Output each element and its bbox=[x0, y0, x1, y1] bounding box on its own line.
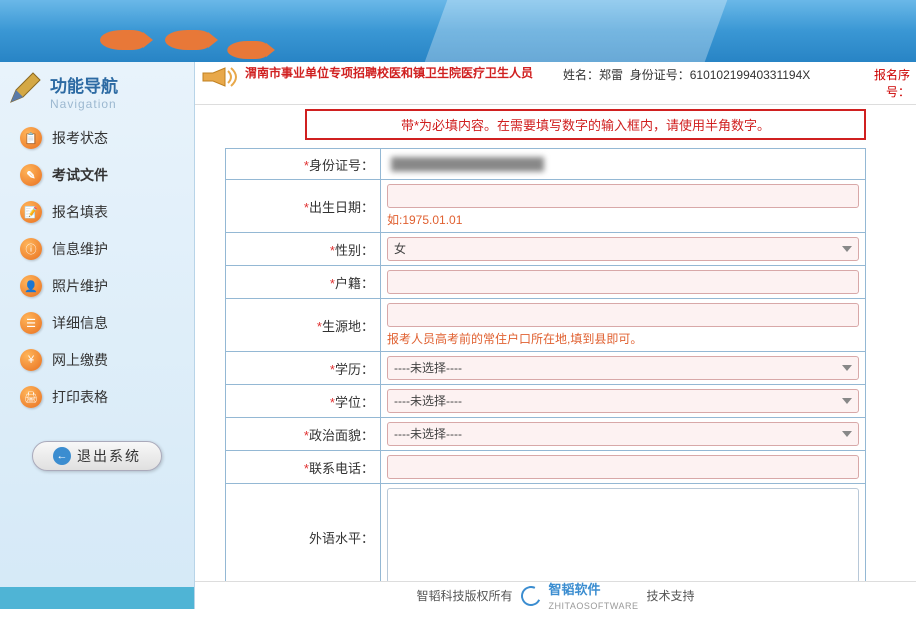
id-value: 61010219940331194X bbox=[690, 68, 811, 82]
nav-item-photo-maintain[interactable]: 👤 照片维护 bbox=[12, 269, 182, 303]
photo-icon: 👤 bbox=[20, 275, 42, 297]
nav-item-status[interactable]: 📋 报考状态 bbox=[12, 121, 182, 155]
idcard-value-blurred: ██████████████████ bbox=[387, 153, 859, 175]
politics-label: 政治面貌： bbox=[309, 428, 374, 443]
nav-label: 照片维护 bbox=[52, 276, 108, 296]
sidebar-title: 功能导航 bbox=[50, 72, 184, 97]
top-banner bbox=[0, 0, 916, 62]
details-icon: ☰ bbox=[20, 312, 42, 334]
nav-label: 网上缴费 bbox=[52, 350, 108, 370]
nav-item-info-maintain[interactable]: ⓘ 信息维护 bbox=[12, 232, 182, 266]
id-label: 身份证号： bbox=[630, 68, 690, 82]
phone-input[interactable] bbox=[387, 455, 859, 479]
gender-label: 性别： bbox=[335, 243, 374, 258]
nav-label: 报名填表 bbox=[52, 202, 108, 222]
content-header: 渭南市事业单位专项招聘校医和镇卫生院医疗卫生人员 姓名：郑雷 身份证号：6101… bbox=[195, 62, 916, 105]
arrow-left-icon: ← bbox=[53, 447, 71, 465]
nav-item-payment[interactable]: ¥ 网上缴费 bbox=[12, 343, 182, 377]
birth-input[interactable] bbox=[387, 184, 859, 208]
pen-icon bbox=[8, 70, 43, 105]
announcement-title: 渭南市事业单位专项招聘校医和镇卫生院医疗卫生人员 bbox=[245, 66, 555, 82]
birth-hint: 如:1975.01.01 bbox=[387, 211, 859, 228]
idcard-label: 身份证号： bbox=[309, 158, 374, 173]
nav-list: 📋 报考状态 ✎ 考试文件 📝 报名填表 ⓘ 信息维护 👤 照片维护 ☰ 详细信息 ¥ 网上缴… bbox=[0, 117, 194, 421]
degree-label: 学位： bbox=[335, 395, 374, 410]
hukou-input[interactable] bbox=[387, 270, 859, 294]
phone-label: 联系电话： bbox=[309, 461, 374, 476]
origin-label: 生源地： bbox=[322, 319, 374, 334]
sidebar-bottom-decoration bbox=[0, 587, 194, 609]
banner-decoration bbox=[425, 0, 728, 62]
status-icon: 📋 bbox=[20, 127, 42, 149]
gender-select[interactable]: 女 bbox=[387, 237, 859, 261]
nav-label: 信息维护 bbox=[52, 239, 108, 259]
footer-brand-sub: ZHITAOSOFTWARE bbox=[549, 601, 639, 611]
file-icon: ✎ bbox=[20, 164, 42, 186]
nav-label: 报考状态 bbox=[52, 128, 108, 148]
footer: 智韬科技版权所有 智韬软件 ZHITAOSOFTWARE 技术支持 bbox=[195, 581, 916, 609]
sidebar: 功能导航 Navigation 📋 报考状态 ✎ 考试文件 📝 报名填表 ⓘ 信息维护 … bbox=[0, 62, 195, 609]
degree-select[interactable]: ----未选择---- bbox=[387, 389, 859, 413]
hukou-label: 户籍： bbox=[335, 276, 374, 291]
form-wrapper: *身份证号： ██████████████████ *出生日期： 如:1975.… bbox=[195, 148, 916, 581]
announcement-icon bbox=[201, 66, 241, 88]
nav-label: 打印表格 bbox=[52, 387, 108, 407]
name-value: 郑雷 bbox=[599, 68, 623, 82]
nav-item-details[interactable]: ☰ 详细信息 bbox=[12, 306, 182, 340]
nav-item-print[interactable]: 🖨 打印表格 bbox=[12, 380, 182, 414]
logout-label: 退出系统 bbox=[77, 446, 141, 466]
registration-form-table: *身份证号： ██████████████████ *出生日期： 如:1975.… bbox=[225, 148, 866, 581]
content-area: 渭南市事业单位专项招聘校医和镇卫生院医疗卫生人员 姓名：郑雷 身份证号：6101… bbox=[195, 62, 916, 609]
nav-item-registration-form[interactable]: 📝 报名填表 bbox=[12, 195, 182, 229]
footer-logo-icon bbox=[518, 583, 544, 609]
origin-input[interactable] bbox=[387, 303, 859, 327]
required-notice: 带*为必填内容。在需要填写数字的输入框内，请使用半角数字。 bbox=[305, 109, 866, 140]
info-icon: ⓘ bbox=[20, 238, 42, 260]
birth-label: 出生日期： bbox=[309, 200, 374, 215]
nav-label: 详细信息 bbox=[52, 313, 108, 333]
footer-support: 技术支持 bbox=[647, 587, 695, 604]
nav-label: 考试文件 bbox=[52, 165, 108, 185]
fish-decoration bbox=[165, 30, 210, 50]
edu-select[interactable]: ----未选择---- bbox=[387, 356, 859, 380]
fish-decoration bbox=[100, 30, 145, 50]
politics-select[interactable]: ----未选择---- bbox=[387, 422, 859, 446]
nav-item-exam-files[interactable]: ✎ 考试文件 bbox=[12, 158, 182, 192]
edu-label: 学历： bbox=[335, 362, 374, 377]
origin-hint: 报考人员高考前的常住户口所在地,填到县即可。 bbox=[387, 330, 859, 347]
sidebar-subtitle: Navigation bbox=[50, 97, 184, 111]
serial-label: 报名序号： bbox=[854, 66, 910, 100]
lang-textarea[interactable] bbox=[387, 488, 859, 581]
print-icon: 🖨 bbox=[20, 386, 42, 408]
user-info: 姓名：郑雷 身份证号：61010219940331194X bbox=[555, 66, 854, 83]
form-icon: 📝 bbox=[20, 201, 42, 223]
name-label: 姓名： bbox=[563, 68, 599, 82]
footer-brand: 智韬软件 bbox=[549, 582, 601, 597]
lang-label: 外语水平： bbox=[309, 531, 374, 546]
logout-button[interactable]: ← 退出系统 bbox=[32, 441, 162, 471]
fish-decoration bbox=[227, 41, 268, 59]
payment-icon: ¥ bbox=[20, 349, 42, 371]
footer-copyright: 智韬科技版权所有 bbox=[416, 587, 512, 604]
